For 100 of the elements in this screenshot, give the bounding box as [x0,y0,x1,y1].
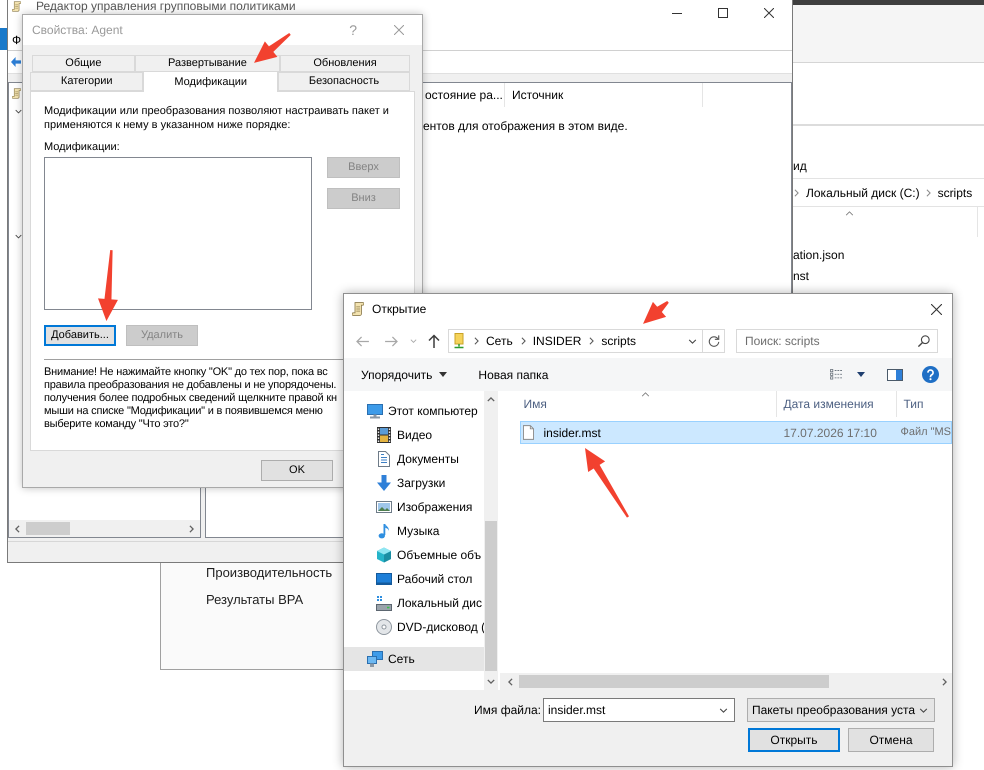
search-icon [918,335,930,347]
column-header[interactable]: Тип [897,391,952,417]
tab[interactable]: Модификации [143,71,278,92]
cube-icon [376,547,392,563]
chevron-icon [487,397,496,402]
scrollbar-thumb[interactable] [26,522,70,535]
file-name: insider.mst [543,424,601,442]
tab[interactable]: Развертывание [134,55,280,72]
maximize-icon[interactable] [718,8,728,18]
dialog-title: Открытие [372,301,426,318]
file-icon [523,425,534,440]
chevron-icon [410,339,417,343]
list-label: Модификации: [44,140,120,154]
chevron-icon [508,678,514,686]
preview-pane-icon[interactable] [887,368,903,380]
scrollbar[interactable] [484,391,498,690]
nav-item[interactable]: Локальный дис [344,591,484,615]
file-row[interactable]: insider.mst 17.07.2026 17:10 Файл "MS [520,421,952,444]
file-type: Файл "MS [899,425,951,440]
modifications-list[interactable] [44,157,312,310]
annotation-arrow [585,448,630,518]
scroll-icon [12,88,21,99]
breadcrumb-item[interactable]: scripts [938,184,972,202]
nav-item[interactable]: Видео [344,423,484,447]
caret-icon [857,372,865,377]
breadcrumb-item[interactable]: Локальный диск (C:) [806,184,920,202]
open-button[interactable]: Открыть [748,728,840,752]
close-icon[interactable] [764,8,774,18]
annotation-arrow [643,301,669,324]
tab[interactable]: Безопасность [278,72,410,91]
window-title: Редактор управления групповыми политиками [36,0,296,13]
breadcrumb-item[interactable]: scripts [601,332,636,350]
file-type-dropdown[interactable]: Пакеты преобразования уста [747,698,935,722]
nav-item[interactable]: Рабочий стол [344,567,484,591]
nav-item[interactable]: Изображения [344,495,484,519]
nav-item[interactable]: Музыка [344,519,484,543]
chevron-icon [189,524,194,532]
minimize-icon[interactable] [672,12,682,14]
new-folder-button[interactable]: Новая папка [478,366,548,384]
tab[interactable]: Общие [32,55,135,72]
address-bar[interactable]: Сеть INSIDER scripts [448,329,703,353]
chevron-icon [794,188,799,196]
close-icon[interactable] [931,304,942,314]
file-name-field[interactable]: insider.mst [543,698,735,722]
add-button[interactable]: Добавить... [44,325,116,346]
nav-item[interactable]: Объемные объ [344,543,484,567]
chevron-icon [487,679,496,684]
column-header[interactable]: Имя [500,391,778,417]
nav-highlight [0,28,7,50]
search-field[interactable]: Поиск: scripts [736,329,938,353]
chevron-icon [919,708,928,712]
empty-message: ентов для отображения в этом виде. [423,119,628,133]
warning-text: Внимание! Не нажимайте кнопку "OK" до тех пор, пока вс правила преобразования не добавлены и не упорядочены. получения более подробных сведений щелкните правой кн мыши на списке "Модификации" и в появившемся меню выберите команду "Что это?" [44,366,337,431]
music-note-icon [376,523,392,539]
breadcrumb-item[interactable]: Сеть [486,332,513,350]
tab[interactable]: Обновления [280,55,410,72]
file-name[interactable]: ation.json [793,247,844,263]
caret-icon [439,372,448,377]
help-icon[interactable] [922,366,939,383]
menu-item[interactable]: Ф [12,33,22,47]
network-icon [367,651,383,667]
panel-link[interactable]: Результаты BPA [206,592,304,608]
field-label: Имя файла: [474,702,539,719]
nav-item[interactable]: Этот компьютер [344,399,484,423]
chevron-icon [719,708,728,712]
drive-icon [376,595,392,611]
download-arrow-icon [376,475,392,491]
scroll-icon [352,302,364,316]
nav-item[interactable]: Загрузки [344,471,484,495]
ok-button[interactable]: OK [261,460,333,481]
organize-button[interactable]: Упорядочить [361,366,448,384]
column-header[interactable]: Источник [505,83,703,107]
chevron-icon [474,337,479,345]
scrollbar-thumb[interactable] [485,521,498,671]
up-arrow-icon[interactable] [428,334,440,348]
picture-icon [376,499,392,515]
file-date: 17.07.2026 17:10 [782,424,878,442]
dialog-title: Свойства: Agent [32,22,123,39]
nav-item[interactable]: Сеть [344,647,484,671]
scrollbar-thumb[interactable] [519,675,830,688]
document-icon [376,451,392,467]
network-drive-icon [454,333,464,349]
refresh-button[interactable] [703,329,725,353]
panel-link[interactable]: Производительность [206,565,332,581]
chevron-icon [520,337,526,345]
cancel-button[interactable]: Отмена [848,728,934,752]
view-list-icon[interactable] [830,369,843,380]
ribbon-tab[interactable]: ид [793,159,807,174]
tab[interactable]: Категории [30,72,144,91]
scrollbar[interactable] [500,673,952,690]
scrollbar[interactable] [9,520,200,537]
column-header[interactable]: Дата изменения [777,391,898,417]
back-arrow-icon[interactable] [11,57,21,67]
chevron-icon [589,337,594,345]
breadcrumb-item[interactable]: INSIDER [532,332,582,350]
annotation-arrow [254,33,291,63]
description-text: Модификации или преобразования позволяют настраивать пакет и применяются к нему в указанном ниже порядке: [44,104,389,132]
nav-item[interactable]: Документы [344,447,484,471]
desktop-icon [376,571,392,587]
file-name[interactable]: nst [793,268,810,284]
